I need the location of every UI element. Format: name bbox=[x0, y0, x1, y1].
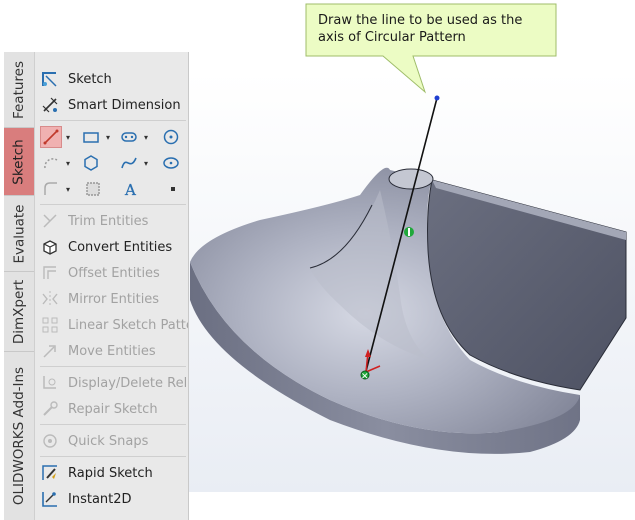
linear-sketch-pattern-button[interactable]: Linear Sketch Patter bbox=[40, 314, 188, 336]
plane-icon[interactable] bbox=[82, 178, 104, 200]
offset-entities-button[interactable]: Offset Entities bbox=[40, 262, 160, 284]
flare-highlight bbox=[310, 190, 430, 360]
chevron-down-icon[interactable]: ▾ bbox=[64, 178, 72, 200]
display-delete-relations-button[interactable]: Display/Delete Relat bbox=[40, 372, 188, 394]
tab-evaluate[interactable]: Evaluate bbox=[4, 196, 34, 272]
relations-icon bbox=[40, 373, 60, 393]
mirror-icon bbox=[40, 289, 60, 309]
snap-icon bbox=[40, 431, 60, 451]
axis-line[interactable] bbox=[364, 97, 438, 376]
ellipse-icon[interactable] bbox=[160, 152, 182, 174]
rapid-sketch-button[interactable]: Rapid Sketch bbox=[40, 462, 153, 484]
slot-icon[interactable] bbox=[118, 126, 140, 148]
midpoint-marker-mark bbox=[408, 228, 410, 236]
fillet-icon[interactable] bbox=[40, 178, 62, 200]
chevron-down-icon[interactable]: ▾ bbox=[142, 126, 150, 148]
chevron-down-icon[interactable]: ▾ bbox=[64, 126, 72, 148]
separator bbox=[40, 424, 186, 425]
origin-y-axis bbox=[365, 351, 369, 373]
offset-icon bbox=[40, 263, 60, 283]
instant2d-button[interactable]: Instant2D bbox=[40, 488, 132, 510]
move-entities-button[interactable]: Move Entities bbox=[40, 340, 156, 362]
text-icon[interactable]: A bbox=[120, 178, 142, 200]
sketch-icon bbox=[40, 69, 60, 89]
chevron-down-icon[interactable]: ▾ bbox=[142, 152, 150, 174]
origin-x-axis bbox=[365, 365, 381, 373]
callout-text: Draw the line to be used as the axis of … bbox=[318, 13, 523, 45]
convert-entities-icon bbox=[40, 237, 60, 257]
midpoint-marker bbox=[404, 227, 414, 237]
trim-entities-button[interactable]: Trim Entities bbox=[40, 210, 148, 232]
sketch-button[interactable]: Sketch bbox=[40, 68, 112, 90]
separator bbox=[40, 120, 186, 121]
instant2d-icon bbox=[40, 489, 60, 509]
svg-text:A: A bbox=[124, 181, 136, 198]
repair-sketch-button[interactable]: Repair Sketch bbox=[40, 398, 158, 420]
circle-icon[interactable] bbox=[160, 126, 182, 148]
origin-arrow bbox=[365, 349, 371, 357]
quick-snaps-button[interactable]: Quick Snaps bbox=[40, 430, 148, 452]
hub-top-face bbox=[388, 168, 434, 190]
polygon-icon[interactable] bbox=[80, 152, 102, 174]
trim-icon bbox=[40, 211, 60, 231]
move-icon bbox=[40, 341, 60, 361]
mirror-entities-button[interactable]: Mirror Entities bbox=[40, 288, 159, 310]
spline-icon[interactable] bbox=[118, 152, 140, 174]
tab-solidworks-add-ins[interactable]: OLIDWORKS Add-Ins bbox=[4, 352, 34, 520]
separator bbox=[40, 204, 186, 205]
chevron-down-icon[interactable]: ▾ bbox=[64, 152, 72, 174]
svg-text:✕: ✕ bbox=[361, 372, 369, 382]
convert-entities-button[interactable]: Convert Entities bbox=[40, 236, 172, 258]
separator bbox=[40, 366, 186, 367]
line-icon[interactable] bbox=[40, 126, 62, 148]
smart-dimension-icon bbox=[40, 95, 60, 115]
arc-icon[interactable] bbox=[40, 152, 62, 174]
rectangle-icon[interactable] bbox=[80, 126, 102, 148]
flare-silhouette bbox=[309, 204, 373, 269]
tab-sketch[interactable]: Sketch bbox=[4, 128, 34, 196]
origin-point bbox=[360, 370, 370, 380]
line-endpoint[interactable] bbox=[434, 95, 440, 101]
point-icon[interactable] bbox=[162, 178, 184, 200]
repair-icon bbox=[40, 399, 60, 419]
tab-dimxpert[interactable]: DimXpert bbox=[4, 272, 34, 352]
base-disk-side bbox=[190, 262, 580, 454]
linear-pattern-icon bbox=[40, 315, 60, 335]
smart-dimension-button[interactable]: Smart Dimension bbox=[40, 94, 181, 116]
separator bbox=[40, 456, 186, 457]
command-manager-tabs: Features Sketch Evaluate DimXpert OLIDWO… bbox=[4, 52, 35, 520]
blade-face bbox=[427, 179, 627, 391]
rapid-sketch-icon bbox=[40, 463, 60, 483]
chevron-down-icon[interactable]: ▾ bbox=[104, 126, 112, 148]
viewport-background bbox=[189, 72, 635, 492]
flared-hub-surface bbox=[190, 167, 580, 434]
blade-top-edge bbox=[432, 180, 626, 240]
tab-features[interactable]: Features bbox=[4, 52, 34, 128]
